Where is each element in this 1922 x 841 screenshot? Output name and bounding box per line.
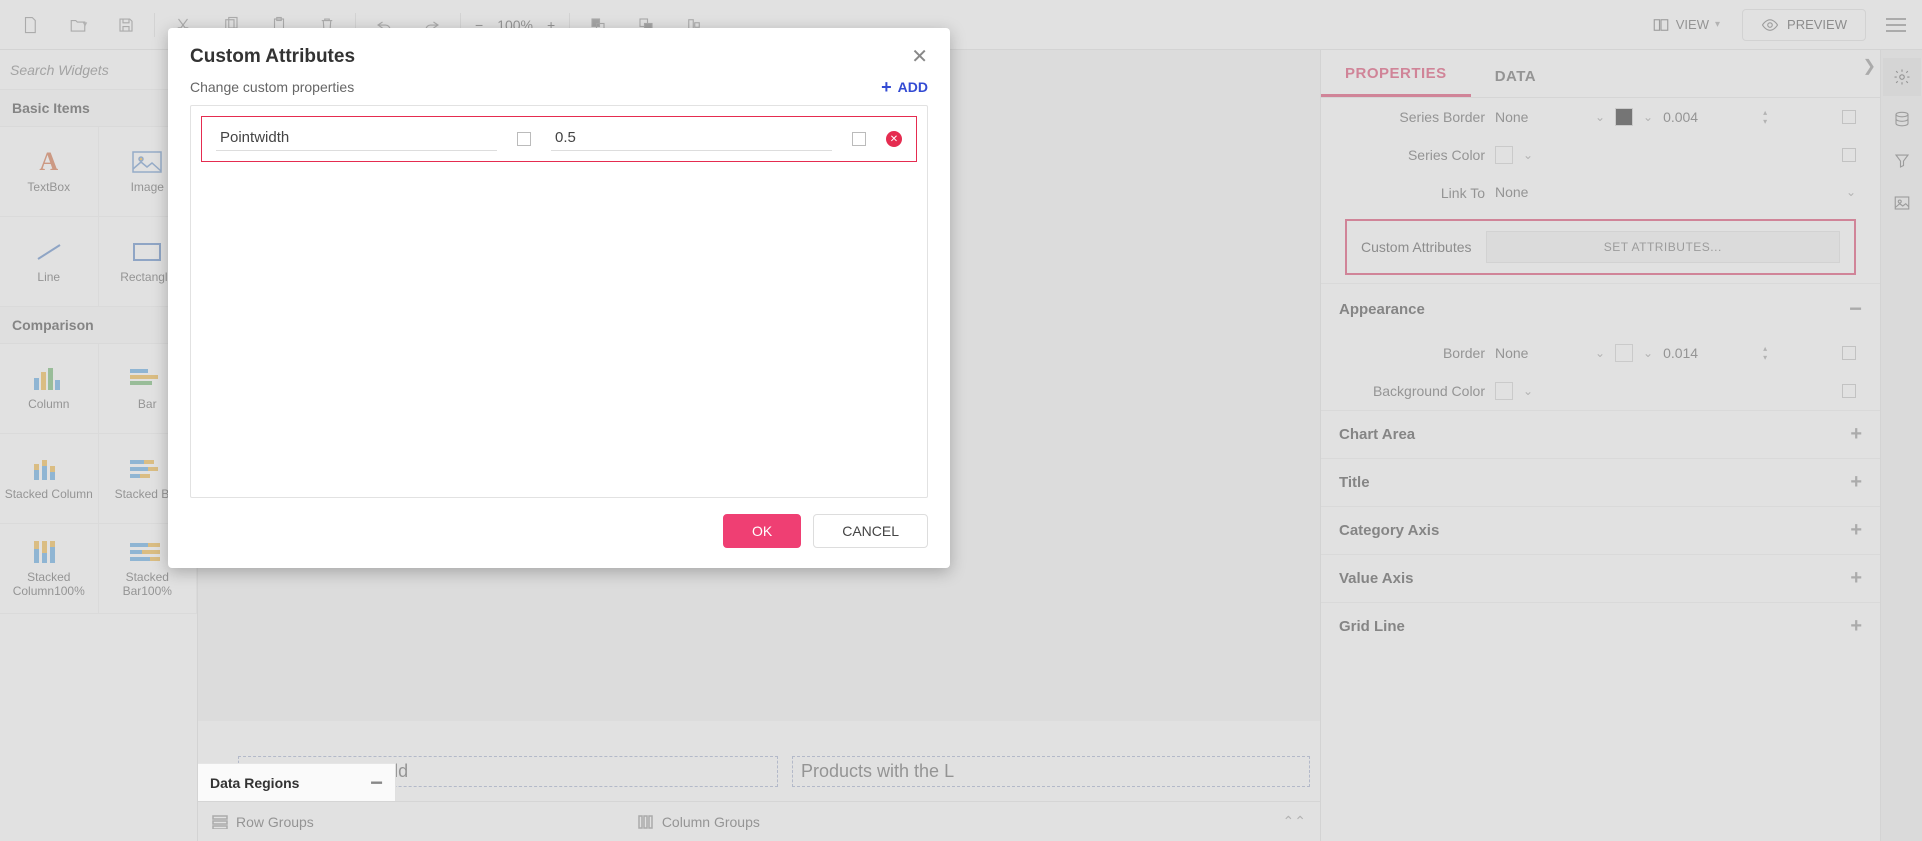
attribute-value-checkbox[interactable] (852, 132, 866, 146)
section-data-regions[interactable]: Data Regions− (198, 763, 396, 801)
dialog-subtitle: Change custom properties (190, 79, 354, 95)
add-button[interactable]: +ADD (881, 79, 928, 95)
custom-attributes-dialog: Custom Attributes ✕ Change custom proper… (168, 28, 950, 568)
attribute-name-input[interactable] (216, 127, 497, 151)
cancel-button[interactable]: CANCEL (813, 514, 928, 548)
attribute-name-checkbox[interactable] (517, 132, 531, 146)
attribute-value-input[interactable] (551, 127, 832, 151)
delete-row-icon[interactable]: ✕ (886, 131, 902, 147)
attribute-row: ✕ (201, 116, 917, 162)
ok-button[interactable]: OK (723, 514, 801, 548)
close-icon[interactable]: ✕ (911, 44, 928, 69)
modal-overlay: Custom Attributes ✕ Change custom proper… (0, 0, 1922, 841)
attribute-list: ✕ (190, 105, 928, 498)
collapse-icon[interactable]: − (370, 770, 383, 796)
dialog-title: Custom Attributes (190, 46, 355, 68)
